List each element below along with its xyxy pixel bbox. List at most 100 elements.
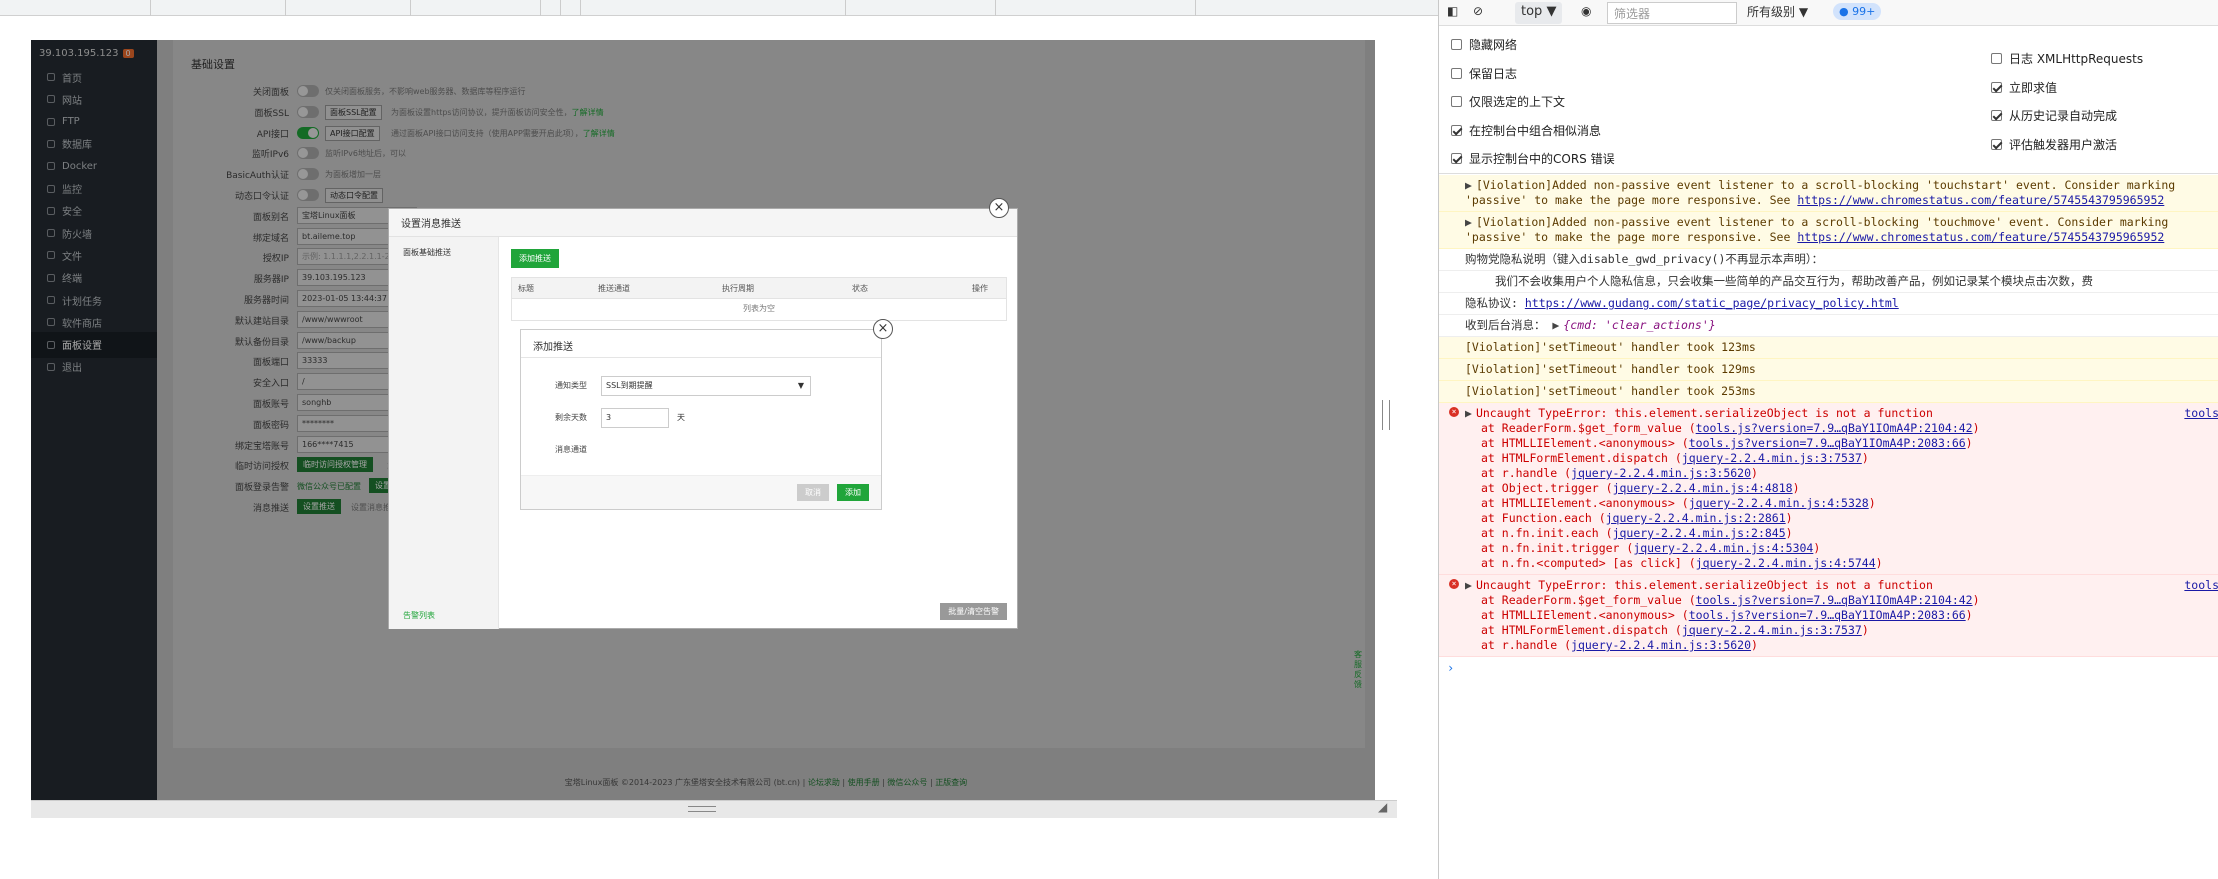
checkbox[interactable]: [1451, 124, 1462, 136]
resize-corner-icon[interactable]: ◢: [1378, 800, 1392, 814]
checkbox[interactable]: [1991, 81, 2002, 93]
stack-frame-link[interactable]: jquery-2.2.4.min.js:4:5328: [1689, 496, 1869, 510]
stack-frame-link[interactable]: tools.js?version=7.9…qBaY1IOmA4P:2104:42: [1696, 421, 1973, 435]
filter-input[interactable]: 筛选器: [1607, 2, 1737, 24]
stack-frame-link[interactable]: jquery-2.2.4.min.js:2:2861: [1606, 511, 1786, 525]
table-column-header: 操作: [972, 284, 988, 293]
text: ): [1965, 436, 1973, 450]
error-source-link[interactable]: tools: [2180, 578, 2218, 592]
console-line: 我们不会收集用户个人隐私信息，只会收集一些简单的产品交互行为，帮助改善产品，例如…: [1465, 274, 2211, 289]
stack-frame-link[interactable]: jquery-2.2.4.min.js:3:5620: [1571, 638, 1751, 652]
checkbox[interactable]: [1451, 96, 1462, 107]
console-prompt[interactable]: ›: [1439, 657, 2218, 679]
error-icon: ×: [1449, 579, 1459, 589]
checkbox[interactable]: [1991, 138, 2002, 150]
console-line: at Function.each (jquery-2.2.4.min.js:2:…: [1465, 511, 2211, 526]
checkbox[interactable]: [1991, 110, 2002, 121]
dialog-title: 添加推送: [521, 330, 881, 358]
console-line: 隐私协议: https://www.gudang.com/static_page…: [1465, 296, 2211, 311]
stack-frame-link[interactable]: jquery-2.2.4.min.js:3:5620: [1571, 466, 1751, 480]
type-row: 通知类型 SSL到期提醒 ▼: [521, 374, 881, 398]
stack-frame-link[interactable]: jquery-2.2.4.min.js:4:4818: [1613, 481, 1793, 495]
console-setting-checkbox[interactable]: 隐藏网络: [1451, 36, 1517, 53]
console-setting-checkbox[interactable]: 立即求值: [1991, 79, 2057, 96]
cancel-button[interactable]: 取消: [797, 484, 829, 501]
text: ): [1861, 623, 1869, 637]
text: at n.fn.<computed> [as click] (: [1481, 556, 1696, 570]
stack-frame-link[interactable]: jquery-2.2.4.min.js:3:7537: [1682, 623, 1862, 637]
text: at ReaderForm.$get_form_value (: [1481, 421, 1696, 435]
days-input[interactable]: 3: [601, 408, 669, 428]
console-line: ▶ [Violation]Added non-passive event list…: [1465, 178, 2211, 193]
tab-panel-basic-push[interactable]: 面板基础推送: [389, 237, 498, 268]
add-push-button[interactable]: 添加推送: [511, 249, 559, 268]
stack-frame-link[interactable]: jquery-2.2.4.min.js:3:7537: [1682, 451, 1862, 465]
close-icon[interactable]: ×: [989, 198, 1009, 218]
viewport-bottom-resizer[interactable]: [31, 800, 1397, 818]
stack-frame-link[interactable]: jquery-2.2.4.min.js:4:5744: [1696, 556, 1876, 570]
context-selector[interactable]: top ▼: [1515, 2, 1563, 24]
sidebar-toggle-icon[interactable]: ◧: [1447, 4, 1458, 18]
violation-warning: [Violation]'setTimeout' handler took 253…: [1439, 381, 2218, 403]
checkbox[interactable]: [1451, 153, 1462, 164]
close-icon[interactable]: ×: [873, 319, 893, 339]
object-preview[interactable]: {cmd: 'clear_actions'}: [1563, 318, 1715, 332]
expand-triangle-icon[interactable]: ▶: [1546, 318, 1559, 332]
log-message: 购物党隐私说明（键入disable_gwd_privacy()不再显示本声明）：: [1439, 249, 2218, 271]
stack-frame-link[interactable]: tools.js?version=7.9…qBaY1IOmA4P:2083:66: [1689, 436, 1966, 450]
console-line: at HTMLFormElement.dispatch (jquery-2.2.…: [1465, 623, 2211, 638]
checkbox[interactable]: [1451, 67, 1462, 79]
text: [Violation]Added non-passive event liste…: [1475, 215, 2169, 229]
checkbox[interactable]: [1991, 53, 2002, 64]
console-setting-checkbox[interactable]: 保留日志: [1451, 65, 1517, 82]
alert-list-link[interactable]: 告警列表: [403, 610, 435, 621]
console-line: at ReaderForm.$get_form_value (tools.js?…: [1465, 421, 2211, 436]
log-message: 隐私协议: https://www.gudang.com/static_page…: [1439, 293, 2218, 315]
console-setting-checkbox[interactable]: 仅限选定的上下文: [1451, 93, 1565, 110]
console-setting-checkbox[interactable]: 显示控制台中的CORS 错误: [1451, 150, 1615, 167]
chevron-down-icon: ▼: [797, 381, 804, 390]
chromestatus-link[interactable]: https://www.chromestatus.com/feature/574…: [1797, 193, 2164, 207]
type-label: 通知类型: [555, 381, 587, 390]
viewport-right-resizer[interactable]: [1382, 400, 1390, 430]
bulk-clear-button[interactable]: 批量/清空告警: [940, 603, 1007, 620]
clear-console-icon[interactable]: ⊘: [1473, 4, 1483, 18]
console-setting-checkbox[interactable]: 日志 XMLHttpRequests: [1991, 50, 2143, 67]
log-message: 收到后台消息： ▶ {cmd: 'clear_actions'}: [1439, 315, 2218, 337]
dialog-footer: 取消 添加: [521, 475, 881, 509]
privacy-policy-link[interactable]: https://www.gudang.com/static_page/priva…: [1525, 296, 1899, 310]
checkbox-label: 隐藏网络: [1469, 38, 1518, 52]
days-unit: 天: [677, 413, 685, 422]
error-source-link[interactable]: tools: [2180, 406, 2218, 420]
expand-triangle-icon[interactable]: ▶: [1465, 406, 1472, 420]
console-messages: ▶ [Violation]Added non-passive event list…: [1439, 175, 2218, 879]
stack-frame-link[interactable]: jquery-2.2.4.min.js:2:845: [1613, 526, 1786, 540]
console-setting-checkbox[interactable]: 从历史记录自动完成: [1991, 107, 2117, 124]
text: [Violation]Added non-passive event liste…: [1475, 178, 2176, 192]
console-line: at Object.trigger (jquery-2.2.4.min.js:4…: [1465, 481, 2211, 496]
expand-triangle-icon[interactable]: ▶: [1465, 215, 1472, 229]
stack-frame-link[interactable]: tools.js?version=7.9…qBaY1IOmA4P:2104:42: [1696, 593, 1973, 607]
expand-triangle-icon[interactable]: ▶: [1465, 178, 1472, 192]
console-line: at HTMLLIElement.<anonymous> (jquery-2.2…: [1465, 496, 2211, 511]
add-button[interactable]: 添加: [837, 484, 869, 501]
violation-warning: [Violation]'setTimeout' handler took 123…: [1439, 337, 2218, 359]
console-setting-checkbox[interactable]: 评估触发器用户激活: [1991, 136, 2117, 153]
checkbox[interactable]: [1451, 39, 1462, 50]
type-select[interactable]: SSL到期提醒 ▼: [601, 376, 811, 396]
stack-frame-link[interactable]: tools.js?version=7.9…qBaY1IOmA4P:2083:66: [1689, 608, 1966, 622]
stack-frame-link[interactable]: jquery-2.2.4.min.js:4:5304: [1633, 541, 1813, 555]
text: ): [1751, 466, 1758, 480]
text: at n.fn.init.trigger (: [1481, 541, 1634, 555]
text: [Violation]'setTimeout' handler took 253…: [1465, 384, 1756, 398]
text: at r.handle (: [1481, 466, 1572, 480]
console-setting-checkbox[interactable]: 在控制台中组合相似消息: [1451, 122, 1601, 139]
chromestatus-link[interactable]: https://www.chromestatus.com/feature/574…: [1797, 230, 2164, 244]
eye-icon[interactable]: ◉: [1581, 4, 1591, 18]
devtools-panel: ◧ ⊘ top ▼ ◉ 筛选器 所有级别 ▼ ● 99+ 隐藏网络保留日志仅限选…: [1438, 0, 2218, 879]
console-line: at r.handle (jquery-2.2.4.min.js:3:5620): [1465, 466, 2211, 481]
log-levels-dropdown[interactable]: 所有级别 ▼: [1747, 3, 1808, 20]
console-line: [Violation]'setTimeout' handler took 129…: [1465, 362, 2211, 377]
issues-badge[interactable]: ● 99+: [1833, 3, 1882, 20]
expand-triangle-icon[interactable]: ▶: [1465, 578, 1472, 592]
